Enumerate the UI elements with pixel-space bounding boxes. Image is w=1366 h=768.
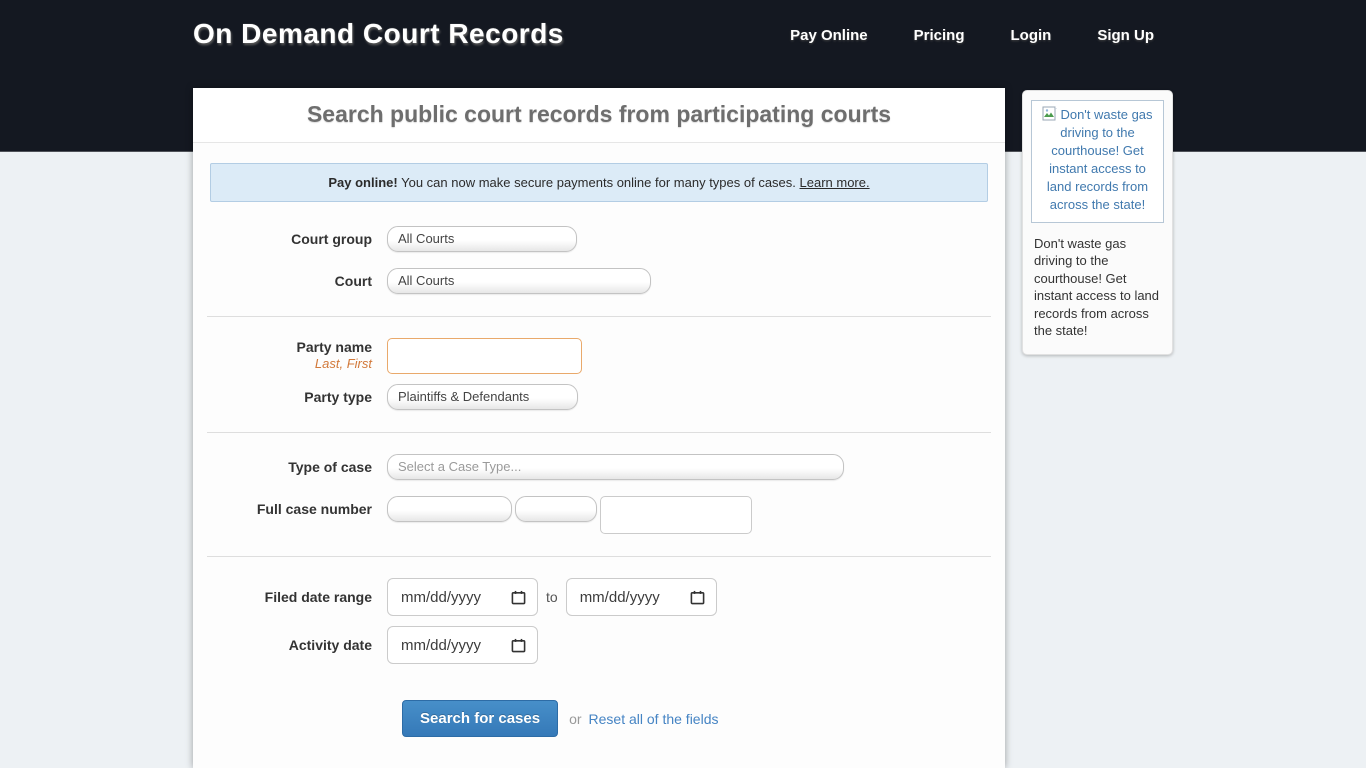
party-name-hint: Last, First — [210, 356, 372, 371]
case-number-part1-select[interactable] — [387, 496, 512, 522]
learn-more-link[interactable]: Learn more. — [800, 175, 870, 190]
party-type-select[interactable]: Plaintiffs & Defendants — [387, 384, 578, 410]
reset-fields-link[interactable]: Reset all of the fields — [589, 711, 719, 727]
filed-date-end-placeholder: mm/dd/yyyy — [580, 589, 660, 606]
case-number-part2-select[interactable] — [515, 496, 597, 522]
activity-date-label: Activity date — [210, 626, 387, 664]
notice-text: You can now make secure payments online … — [398, 175, 800, 190]
court-row: Court All Courts — [210, 268, 988, 294]
activity-date-placeholder: mm/dd/yyyy — [401, 637, 481, 654]
pay-online-notice: Pay online! You can now make secure paym… — [210, 163, 988, 202]
case-number-row: Full case number — [210, 496, 988, 534]
party-name-label: Party name — [210, 338, 372, 356]
filed-date-end-input[interactable]: mm/dd/yyyy — [566, 578, 717, 616]
case-type-row: Type of case Select a Case Type... — [210, 454, 988, 480]
ad-caption: Don't waste gas driving to the courthous… — [1031, 235, 1164, 340]
search-for-cases-button[interactable]: Search for cases — [402, 700, 558, 737]
calendar-icon[interactable] — [511, 590, 526, 605]
page-title: Search public court records from partici… — [203, 101, 995, 128]
top-navigation: Pay Online Pricing Login Sign Up — [790, 27, 1154, 44]
form-actions: Search for cases or Reset all of the fie… — [402, 700, 988, 737]
filed-date-start-placeholder: mm/dd/yyyy — [401, 589, 481, 606]
court-group-label: Court group — [210, 226, 387, 252]
nav-sign-up[interactable]: Sign Up — [1097, 27, 1154, 44]
party-type-label: Party type — [210, 384, 387, 410]
case-type-label: Type of case — [210, 454, 387, 480]
court-group-select[interactable]: All Courts — [387, 226, 577, 252]
party-type-row: Party type Plaintiffs & Defendants — [210, 384, 988, 410]
nav-pricing[interactable]: Pricing — [914, 27, 965, 44]
site-logo[interactable]: On Demand Court Records — [193, 18, 564, 50]
calendar-icon[interactable] — [690, 590, 705, 605]
court-select[interactable]: All Courts — [387, 268, 651, 294]
court-label: Court — [210, 268, 387, 294]
filed-date-start-input[interactable]: mm/dd/yyyy — [387, 578, 538, 616]
activity-date-input[interactable]: mm/dd/yyyy — [387, 626, 538, 664]
case-type-select[interactable]: Select a Case Type... — [387, 454, 844, 480]
date-range-separator: to — [546, 578, 558, 616]
case-number-label: Full case number — [210, 496, 387, 522]
nav-pay-online[interactable]: Pay Online — [790, 27, 868, 44]
section-divider — [207, 556, 991, 557]
search-form: Pay online! You can now make secure paym… — [193, 143, 1005, 737]
filed-date-row: Filed date range mm/dd/yyyy to mm/dd/yyy… — [210, 578, 988, 616]
case-number-part3-input[interactable] — [600, 496, 752, 534]
court-group-row: Court group All Courts — [210, 226, 988, 252]
activity-date-row: Activity date mm/dd/yyyy — [210, 626, 988, 664]
party-name-label-block: Party name Last, First — [210, 338, 387, 371]
calendar-icon[interactable] — [511, 638, 526, 653]
search-card: Search public court records from partici… — [193, 88, 1005, 768]
or-text: or — [569, 711, 581, 727]
ad-alt-text: Don't waste gas driving to the courthous… — [1047, 107, 1153, 212]
ad-broken-image[interactable]: Don't waste gas driving to the courthous… — [1031, 100, 1164, 223]
search-card-header: Search public court records from partici… — [193, 88, 1005, 143]
nav-login[interactable]: Login — [1011, 27, 1052, 44]
land-records-ad: Don't waste gas driving to the courthous… — [1022, 90, 1173, 355]
broken-image-icon — [1042, 106, 1058, 122]
filed-date-label: Filed date range — [210, 578, 387, 616]
party-name-row: Party name Last, First — [210, 338, 988, 374]
section-divider — [207, 432, 991, 433]
section-divider — [207, 316, 991, 317]
party-name-input[interactable] — [387, 338, 582, 374]
notice-bold-text: Pay online! — [328, 175, 397, 190]
